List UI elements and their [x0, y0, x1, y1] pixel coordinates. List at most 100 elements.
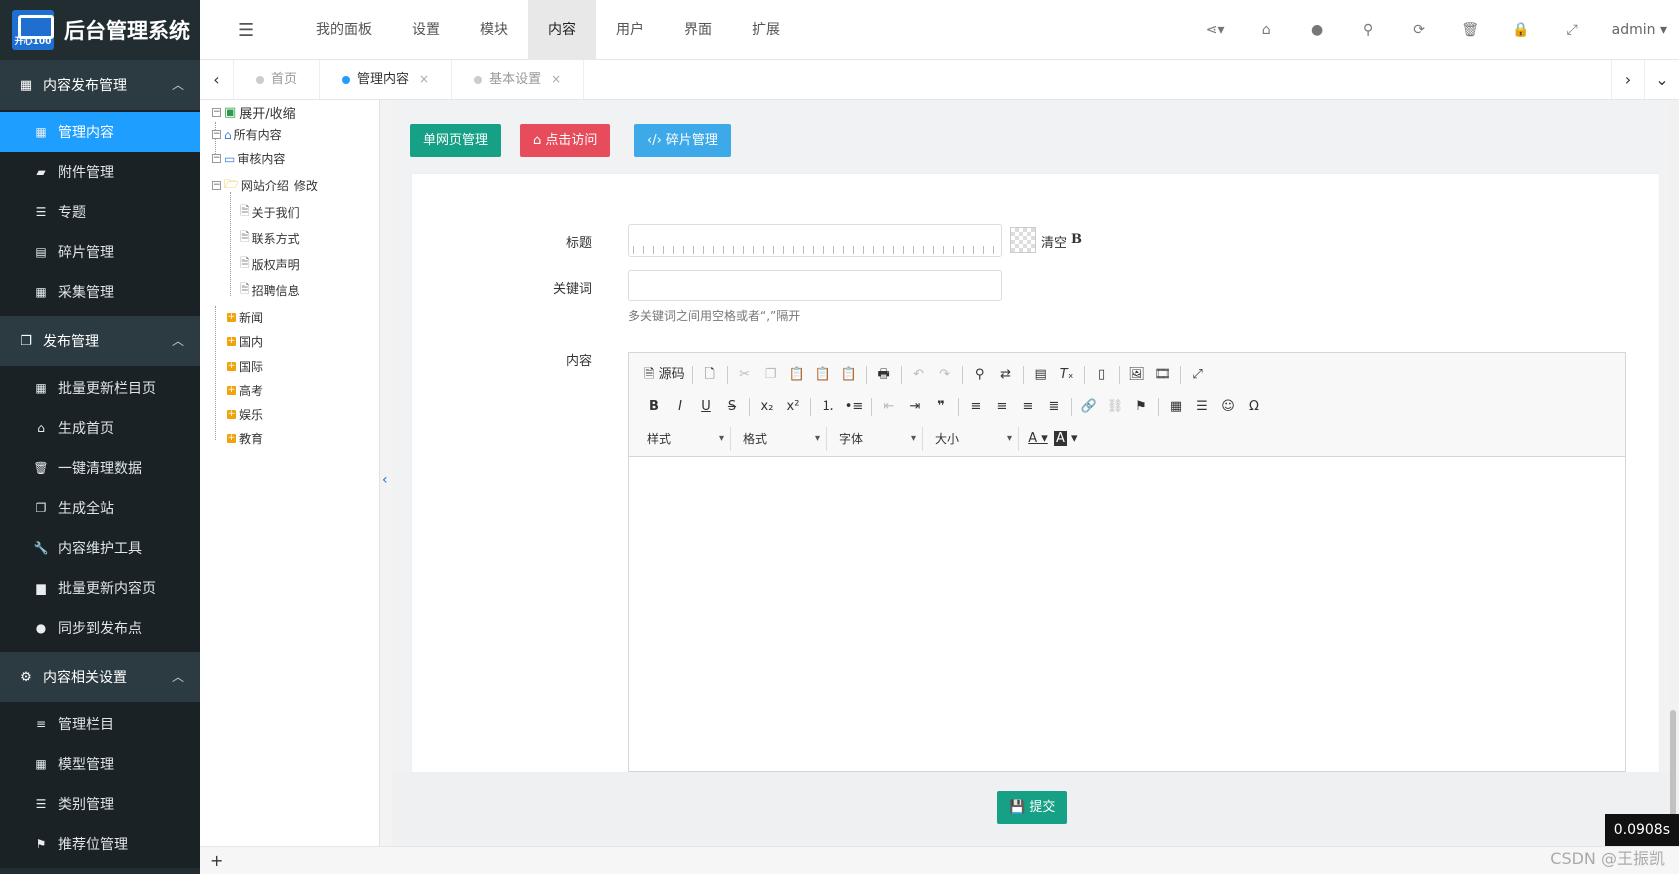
tree-category[interactable]: + 国内 — [227, 333, 263, 350]
find-icon[interactable]: ⚲ — [967, 363, 993, 387]
sidebar-item-recommend[interactable]: ⚑ 推荐位管理 — [0, 824, 200, 864]
menu-group-content-publish[interactable]: ▦ 内容发布管理 ︿ — [0, 60, 200, 110]
anchor-flag-icon[interactable]: ⚑ — [1128, 395, 1154, 419]
bg-color-icon[interactable]: A ▾ — [1051, 427, 1081, 451]
lock-icon[interactable]: 🔒 — [1496, 22, 1547, 38]
fragment-button[interactable]: ‹/› 碎片管理 — [634, 124, 731, 157]
tree-collapse-handle[interactable]: ‹ — [380, 100, 392, 846]
tab-menu-chevron-down-icon[interactable]: ⌄ — [1645, 60, 1679, 99]
sidebar-item-update-categories[interactable]: ▦ 批量更新栏目页 — [0, 368, 200, 408]
close-icon[interactable]: × — [551, 60, 561, 99]
align-right-icon[interactable]: ≡ — [1015, 395, 1041, 419]
superscript-icon[interactable]: x² — [780, 395, 806, 419]
redo-icon[interactable]: ↷ — [932, 363, 958, 387]
tab-scroll-right-icon[interactable]: › — [1611, 60, 1645, 99]
subscript-icon[interactable]: x₂ — [754, 395, 780, 419]
tab-home[interactable]: 首页 — [234, 60, 321, 99]
tab-scroll-left-icon[interactable]: ‹ — [200, 60, 234, 99]
page-break-icon[interactable]: ▯ — [1089, 363, 1115, 387]
tree-node-review[interactable]: − ▭ 审核内容 — [212, 150, 285, 167]
tree-category[interactable]: + 娱乐 — [227, 406, 263, 423]
home-icon[interactable]: ⌂ — [1241, 22, 1292, 38]
size-select[interactable]: 大小 — [929, 427, 1019, 451]
select-all-icon[interactable]: ▤ — [1028, 363, 1054, 387]
paste-icon[interactable]: 📋 — [784, 363, 810, 387]
sidebar-item-clear-data[interactable]: 🗑 一键清理数据 — [0, 448, 200, 488]
user-icon[interactable]: ● — [1292, 22, 1343, 38]
remove-format-icon[interactable]: Tₓ — [1054, 363, 1080, 387]
tree-child[interactable]: 🗎 关于我们 — [240, 202, 300, 223]
tree-edit-link[interactable]: 修改 — [294, 177, 318, 194]
tab-basic-settings[interactable]: 基本设置 × — [452, 60, 585, 99]
bullet-list-icon[interactable]: •≡ — [841, 395, 867, 419]
single-page-button[interactable]: 单网页管理 — [410, 124, 502, 157]
title-input[interactable] — [628, 224, 1002, 257]
nav-interface[interactable]: 界面 — [664, 0, 732, 60]
bold-icon[interactable]: B — [641, 395, 667, 419]
indent-icon[interactable]: ⇥ — [902, 395, 928, 419]
align-justify-icon[interactable]: ≣ — [1041, 395, 1067, 419]
nav-settings[interactable]: 设置 — [392, 0, 460, 60]
tree-child[interactable]: 🗎 招聘信息 — [240, 280, 300, 301]
add-icon[interactable]: + — [210, 851, 223, 870]
editor-body[interactable] — [629, 457, 1625, 737]
paste-word-icon[interactable]: 📋 — [836, 363, 862, 387]
menu-toggle-icon[interactable]: ☰ — [238, 20, 254, 41]
sidebar-item-types[interactable]: ☰ 类别管理 — [0, 784, 200, 824]
tree-child[interactable]: 🗎 版权声明 — [240, 254, 300, 275]
tree-category[interactable]: + 教育 — [227, 430, 263, 447]
keywords-input[interactable] — [628, 270, 1002, 301]
nav-modules[interactable]: 模块 — [460, 0, 528, 60]
image-icon[interactable]: 🖼 — [1124, 363, 1150, 387]
menu-group-publish[interactable]: ❐ 发布管理 ︿ — [0, 316, 200, 366]
sidebar-item-generate-site[interactable]: ❐ 生成全站 — [0, 488, 200, 528]
tree-node-site-intro[interactable]: − 🗁 网站介绍 修改 — [212, 175, 318, 196]
sidebar-item-manage-content[interactable]: ▦ 管理内容 — [0, 112, 200, 152]
sidebar-item-sync[interactable]: ● 同步到发布点 — [0, 608, 200, 648]
table-icon[interactable]: ▦ — [1163, 395, 1189, 419]
close-icon[interactable]: × — [419, 60, 429, 99]
sidebar-item-fragments[interactable]: ▤ 碎片管理 — [0, 232, 200, 272]
scrollbar-thumb[interactable] — [1670, 710, 1676, 820]
source-button[interactable]: 🗎 源码 — [641, 363, 688, 387]
submit-button[interactable]: 💾 提交 — [997, 791, 1068, 824]
unlink-icon[interactable]: ⛓ — [1102, 395, 1128, 419]
menu-group-content-settings[interactable]: ⚙ 内容相关设置 ︿ — [0, 652, 200, 702]
sidebar-item-manage-categories[interactable]: ≡ 管理栏目 — [0, 704, 200, 744]
new-page-icon[interactable]: 🗋 — [697, 363, 723, 387]
sidebar-item-generate-home[interactable]: ⌂ 生成首页 — [0, 408, 200, 448]
outdent-icon[interactable]: ⇤ — [876, 395, 902, 419]
tree-child[interactable]: 🗎 联系方式 — [240, 228, 300, 249]
tree-category[interactable]: + 新闻 — [227, 309, 263, 326]
special-char-icon[interactable]: Ω — [1241, 395, 1267, 419]
trash-icon[interactable]: 🗑 — [1445, 22, 1496, 38]
user-menu[interactable]: admin ▾ — [1612, 22, 1667, 38]
cut-icon[interactable]: ✂ — [732, 363, 758, 387]
blockquote-icon[interactable]: ❞ — [928, 395, 954, 419]
bold-toggle[interactable]: B — [1071, 232, 1082, 247]
smiley-icon[interactable]: ☺ — [1215, 395, 1241, 419]
align-center-icon[interactable]: ≡ — [989, 395, 1015, 419]
sidebar-item-attachments[interactable]: ▰ 附件管理 — [0, 152, 200, 192]
tree-category[interactable]: + 国际 — [227, 358, 263, 375]
font-select[interactable]: 字体 — [833, 427, 923, 451]
fullscreen-icon[interactable]: ⤢ — [1547, 22, 1598, 38]
sidebar-item-collect[interactable]: ▦ 采集管理 — [0, 272, 200, 312]
nav-content[interactable]: 内容 — [528, 0, 596, 60]
styles-select[interactable]: 样式 — [641, 427, 731, 451]
copy-icon[interactable]: ❐ — [758, 363, 784, 387]
refresh-icon[interactable]: ⟳ — [1394, 22, 1445, 38]
print-icon[interactable]: 🖶 — [871, 363, 897, 387]
strike-icon[interactable]: S — [719, 395, 745, 419]
clear-button[interactable]: 清空 — [1041, 232, 1067, 251]
color-picker[interactable] — [1010, 227, 1036, 253]
share-icon[interactable]: ⋖▾ — [1190, 22, 1241, 38]
link-icon[interactable]: 🔗 — [1076, 395, 1102, 419]
maximize-icon[interactable]: ⤢ — [1185, 363, 1211, 387]
text-color-icon[interactable]: A ▾ — [1025, 427, 1051, 451]
tree-category[interactable]: + 高考 — [227, 382, 263, 399]
tab-manage-content[interactable]: 管理内容 × — [320, 60, 453, 99]
format-select[interactable]: 格式 — [737, 427, 827, 451]
undo-icon[interactable]: ↶ — [906, 363, 932, 387]
replace-icon[interactable]: ⇄ — [993, 363, 1019, 387]
